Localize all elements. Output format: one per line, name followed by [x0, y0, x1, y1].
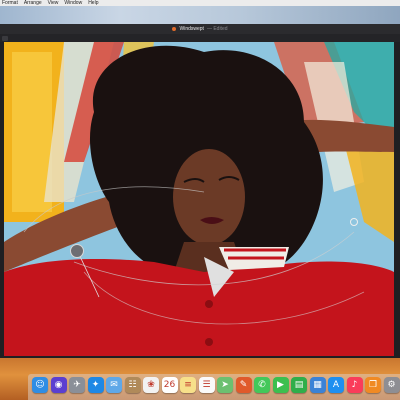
window-titlebar[interactable]: Windswept — Edited — [0, 24, 400, 34]
reminders-icon[interactable]: ☰ — [198, 377, 215, 393]
photo-editor-icon[interactable]: ✎ — [235, 377, 252, 393]
photo-editor-window: Windswept — Edited — [0, 24, 400, 358]
contacts-icon[interactable]: ☷ — [124, 377, 141, 393]
document-icon — [172, 27, 177, 31]
photos-icon[interactable]: ❀ — [143, 377, 159, 393]
dock-icons: ☺ ◉ ✈ ✦ ✉ ☷ ❀ 26 ≡ ☰ ➤ ✎ ✆ ▶ ▤ ▦ A ♪ ❐ ⚙ — [32, 377, 400, 393]
facetime-icon[interactable]: ▶ — [272, 377, 289, 393]
sidebar-toggle-icon[interactable] — [2, 35, 8, 41]
numbers-icon[interactable]: ▤ — [291, 377, 307, 393]
portrait-photo — [4, 42, 394, 356]
finder-icon[interactable]: ☺ — [32, 377, 48, 393]
editor-toolbar — [0, 34, 400, 42]
document-title: Windswept — Edited — [172, 26, 228, 32]
mail-icon[interactable]: ✉ — [106, 377, 122, 393]
radial-mask-edge-handle[interactable] — [350, 218, 358, 226]
music-icon[interactable]: ♪ — [346, 377, 363, 393]
siri-icon[interactable]: ◉ — [50, 377, 67, 393]
dock: ☺ ◉ ✈ ✦ ✉ ☷ ❀ 26 ≡ ☰ ➤ ✎ ✆ ▶ ▤ ▦ A ♪ ❐ ⚙ — [0, 358, 400, 400]
maps-icon[interactable]: ➤ — [217, 377, 233, 393]
calendar-icon[interactable]: 26 — [161, 377, 178, 393]
keynote-icon[interactable]: ▦ — [309, 377, 326, 393]
launchpad-icon[interactable]: ✈ — [69, 377, 85, 393]
notes-icon[interactable]: ≡ — [180, 377, 196, 393]
messages-icon[interactable]: ✆ — [254, 377, 270, 393]
document-name: Windswept — [179, 26, 204, 32]
image-canvas[interactable] — [4, 42, 394, 356]
safari-icon[interactable]: ✦ — [87, 377, 104, 393]
radial-mask-handle[interactable] — [70, 244, 84, 258]
app-store-icon[interactable]: A — [328, 377, 344, 393]
edited-label: — Edited — [206, 26, 228, 32]
books-icon[interactable]: ❐ — [365, 377, 381, 393]
system-preferences-icon[interactable]: ⚙ — [383, 377, 400, 393]
